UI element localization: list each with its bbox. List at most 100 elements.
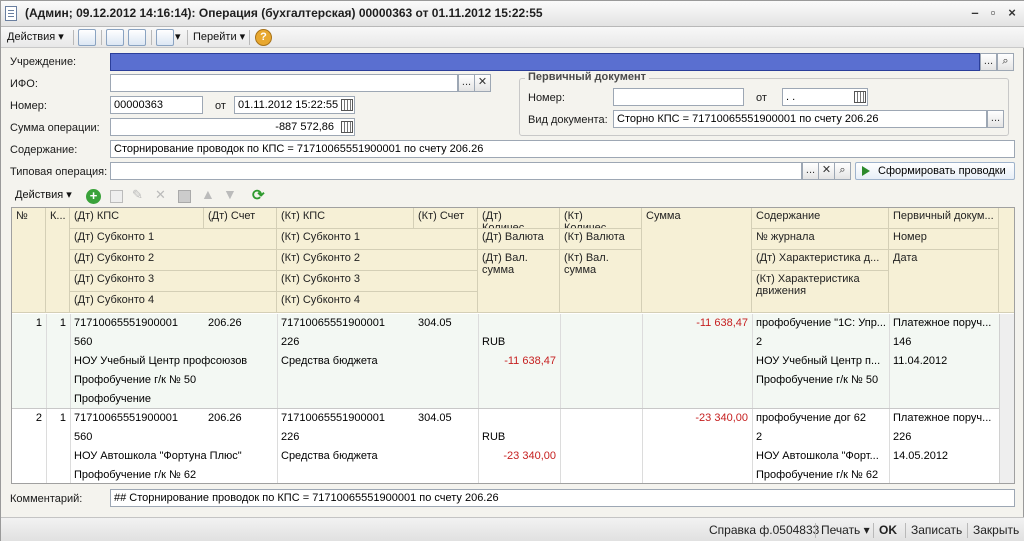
goto-menu[interactable]: Перейти ▾ [193, 29, 245, 46]
col-primary-header[interactable]: Первичный докум... [889, 208, 999, 229]
row2-kt-kps: 71710065551900001 [281, 412, 386, 424]
ifo-clear-icon[interactable]: ✕ [474, 74, 491, 92]
row1-journal: 2 [756, 336, 763, 348]
typical-operation-field[interactable] [110, 162, 802, 180]
ifo-field[interactable] [110, 74, 458, 92]
row2-kt-sub1: 226 [281, 431, 300, 443]
generate-entries-button[interactable]: Сформировать проводки [855, 162, 1015, 180]
row1-dt-char: НОУ Учебный Центр п... [756, 355, 881, 367]
row1-kt-sub1: 226 [281, 336, 300, 348]
col-kt-val-sum-header[interactable]: (Кт) Вал. сумма [560, 250, 642, 313]
col-journal-header[interactable]: № журнала [752, 229, 889, 250]
col-k-header[interactable]: К... [46, 208, 70, 313]
row2-primary: Платежное поруч... [893, 412, 992, 424]
doc-type-label: Вид документа: [528, 114, 608, 126]
row1-k: 1 [59, 317, 66, 329]
move-up-icon: ▲ [201, 186, 215, 202]
print-menu[interactable]: Печать ▾ [821, 523, 870, 537]
row1-dt-val-sum: -11 638,47 [504, 355, 556, 367]
institution-select-button[interactable]: ... [980, 53, 997, 71]
row2-sum: -23 340,00 [695, 412, 748, 424]
typical-select-button[interactable]: ... [802, 162, 819, 180]
sum-field[interactable]: -887 572,86 [110, 118, 355, 136]
calculator-icon[interactable] [340, 120, 354, 134]
post-and-close-icon[interactable] [78, 29, 96, 46]
col-kt-qty-header[interactable]: (Кт) Количес... [560, 208, 642, 229]
maximize-button[interactable]: ▫ [985, 6, 1001, 21]
col-dt-sub1-header[interactable]: (Дт) Субконто 1 [70, 229, 277, 250]
doc-type-select-button[interactable]: ... [987, 110, 1004, 128]
calendar-icon[interactable] [340, 98, 354, 112]
minimize-button[interactable]: – [967, 6, 983, 21]
col-kt-sub4-header[interactable]: (Кт) Субконто 4 [277, 292, 478, 313]
col-dt-currency-header[interactable]: (Дт) Валюта [478, 229, 560, 250]
col-dt-sub3-header[interactable]: (Дт) Субконто 3 [70, 271, 277, 292]
primary-number-field[interactable] [613, 88, 744, 106]
row1-dt-kps: 71710065551900001 [74, 317, 179, 329]
institution-search-icon[interactable]: ⌕ [997, 53, 1014, 71]
col-dt-kps-header[interactable]: (Дт) КПС [70, 208, 204, 229]
table-scrollbar[interactable] [999, 314, 1014, 483]
col-kt-char-header[interactable]: (Кт) Характеристика движения [752, 271, 889, 313]
add-icon[interactable]: + [86, 189, 101, 204]
help-icon[interactable]: ? [255, 29, 272, 46]
col-kt-currency-header[interactable]: (Кт) Валюта [560, 229, 642, 250]
row1-number: 146 [893, 336, 912, 348]
main-toolbar: Действия ▾ ▾ Перейти ▾ ? [1, 27, 1024, 48]
post-icon[interactable] [106, 29, 124, 46]
primary-calendar-icon[interactable] [853, 90, 867, 104]
col-number-header[interactable]: Номер [889, 229, 999, 250]
number-label: Номер: [10, 100, 47, 112]
col-kt-sub3-header[interactable]: (Кт) Субконто 3 [277, 271, 478, 292]
table-actions-menu[interactable]: Действия ▾ [15, 187, 72, 204]
col-kt-sub1-header[interactable]: (Кт) Субконто 1 [277, 229, 478, 250]
copy-icon[interactable] [128, 29, 146, 46]
col-num-header[interactable]: № [12, 208, 46, 313]
row1-num: 1 [35, 317, 42, 329]
col-kt-kps-header[interactable]: (Кт) КПС [277, 208, 414, 229]
save-row-icon [178, 190, 191, 203]
typical-operation-label: Типовая операция: [10, 166, 108, 178]
comment-field[interactable]: ## Сторнирование проводок по КПС = 71710… [110, 489, 1015, 507]
content-field[interactable]: Сторнирование проводок по КПС = 71710065… [110, 140, 1015, 158]
row1-dt-currency: RUB [482, 336, 506, 348]
sum-label: Сумма операции: [10, 122, 100, 134]
col-sum-header[interactable]: Сумма [642, 208, 752, 313]
typical-clear-icon[interactable]: ✕ [818, 162, 835, 180]
close-button[interactable]: Закрыть [973, 523, 1019, 537]
col-dt-sub4-header[interactable]: (Дт) Субконто 4 [70, 292, 277, 313]
date-field[interactable]: 01.11.2012 15:22:55 [234, 96, 355, 114]
institution-field[interactable] [110, 53, 980, 71]
primary-from-label: от [756, 92, 767, 104]
col-dt-qty-header[interactable]: (Дт) Количес... [478, 208, 560, 229]
scroll-header-corner [999, 208, 1014, 313]
bottom-button-bar: Справка ф.0504833 Печать ▾ OK Записать З… [1, 517, 1024, 541]
row1-dt-sub1: 560 [74, 336, 93, 348]
col-dt-char-header[interactable]: (Дт) Характеристика д... [752, 250, 889, 271]
col-dt-val-sum-header[interactable]: (Дт) Вал. сумма [478, 250, 560, 313]
col-kt-account-header[interactable]: (Кт) Счет [414, 208, 478, 229]
based-on-dropdown[interactable]: ▾ [175, 29, 181, 46]
based-on-icon[interactable] [156, 29, 174, 46]
close-window-button[interactable]: × [1004, 6, 1020, 21]
save-button[interactable]: Записать [911, 523, 962, 537]
row2-dt-currency: RUB [482, 431, 506, 443]
row1-kt-kps: 71710065551900001 [281, 317, 386, 329]
col-content-header[interactable]: Содержание [752, 208, 889, 229]
row2-kt-sub2: Средства бюджета [281, 450, 378, 462]
report-button[interactable]: Справка ф.0504833 [709, 523, 819, 537]
move-down-icon: ▼ [223, 186, 237, 202]
col-dt-sub2-header[interactable]: (Дт) Субконто 2 [70, 250, 277, 271]
ok-button[interactable]: OK [879, 523, 897, 537]
entries-table[interactable]: № К... (Дт) КПС (Дт) Счет (Кт) КПС (Кт) … [11, 207, 1015, 484]
col-kt-sub2-header[interactable]: (Кт) Субконто 2 [277, 250, 478, 271]
number-field[interactable]: 00000363 [110, 96, 203, 114]
edit-icon: ✎ [132, 187, 143, 202]
refresh-icon[interactable]: ⟳ [252, 186, 265, 204]
typical-search-icon[interactable]: ⌕ [834, 162, 851, 180]
col-dt-account-header[interactable]: (Дт) Счет [204, 208, 277, 229]
doc-type-field[interactable]: Сторно КПС = 71710065551900001 по счету … [613, 110, 987, 128]
ifo-select-button[interactable]: ... [458, 74, 475, 92]
actions-menu[interactable]: Действия ▾ [7, 29, 64, 46]
col-date-header[interactable]: Дата [889, 250, 999, 313]
